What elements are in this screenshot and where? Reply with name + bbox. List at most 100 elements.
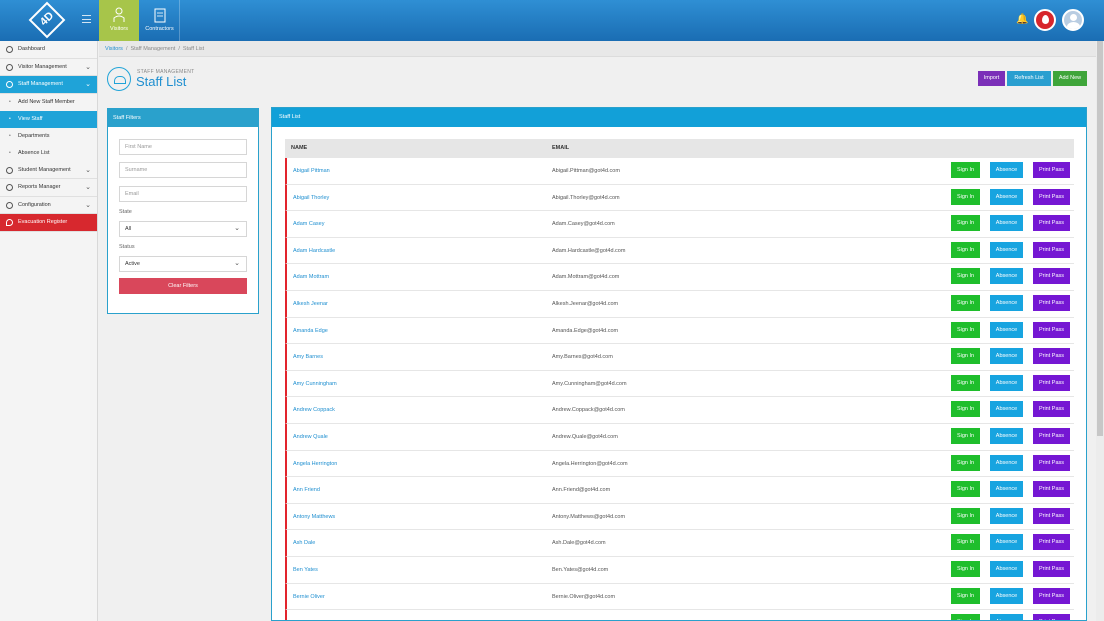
print-pass-button[interactable]: Print Pass: [1033, 454, 1070, 471]
staff-name-link[interactable]: Adam Mottram: [293, 274, 329, 280]
staff-name-link[interactable]: Angela Herrington: [293, 461, 337, 467]
tab-contractors[interactable]: Contractors: [140, 0, 180, 41]
staff-name-link[interactable]: Andrew Coppack: [293, 407, 335, 413]
absence-button[interactable]: Absence: [990, 268, 1023, 285]
sign-in-button[interactable]: Sign In: [951, 215, 980, 232]
breadcrumb-link-visitors[interactable]: Visitors: [105, 46, 123, 52]
column-header-email[interactable]: EMAIL: [552, 139, 569, 158]
page-scrollbar[interactable]: [1096, 41, 1104, 621]
staff-name-link[interactable]: Amanda Edge: [293, 328, 328, 334]
print-pass-button[interactable]: Print Pass: [1033, 560, 1070, 577]
print-pass-button[interactable]: Print Pass: [1033, 348, 1070, 365]
staff-name-link[interactable]: Amy Cunningham: [293, 381, 337, 387]
absence-button[interactable]: Absence: [990, 374, 1023, 391]
breadcrumb-item[interactable]: Staff Management: [130, 46, 175, 52]
scrollbar-thumb[interactable]: [1097, 41, 1103, 436]
sign-in-button[interactable]: Sign In: [951, 481, 980, 498]
avatar[interactable]: [1062, 9, 1084, 31]
clear-filters-button[interactable]: Clear Filters: [119, 278, 247, 294]
add-new-button[interactable]: Add New: [1053, 71, 1087, 86]
sign-in-button[interactable]: Sign In: [951, 162, 980, 178]
sign-in-button[interactable]: Sign In: [951, 348, 980, 365]
staff-name-link[interactable]: Ben Yates: [293, 567, 318, 573]
first-name-input[interactable]: First Name: [119, 139, 247, 155]
print-pass-button[interactable]: Print Pass: [1033, 268, 1070, 285]
sidebar-item-evacuation-register[interactable]: Evacuation Register: [0, 214, 97, 232]
menu-toggle-icon[interactable]: [82, 15, 91, 23]
tab-visitors[interactable]: Visitors: [99, 0, 139, 41]
sign-in-button[interactable]: Sign In: [951, 241, 980, 258]
print-pass-button[interactable]: Print Pass: [1033, 507, 1070, 524]
sign-in-button[interactable]: Sign In: [951, 587, 980, 604]
absence-button[interactable]: Absence: [990, 560, 1023, 577]
email-input[interactable]: Email: [119, 186, 247, 202]
absence-button[interactable]: Absence: [990, 401, 1023, 418]
absence-button[interactable]: Absence: [990, 534, 1023, 551]
sidebar-item-reports-manager[interactable]: Reports Manager ⌄: [0, 179, 97, 197]
staff-name-link[interactable]: Abigail Thorley: [293, 195, 329, 201]
absence-button[interactable]: Absence: [990, 294, 1023, 311]
staff-name-link[interactable]: Adam Casey: [293, 221, 325, 227]
print-pass-button[interactable]: Print Pass: [1033, 534, 1070, 551]
sidebar-item-configuration[interactable]: Configuration ⌄: [0, 197, 97, 214]
staff-name-link[interactable]: Alkesh Jeenar: [293, 301, 328, 307]
absence-button[interactable]: Absence: [990, 241, 1023, 258]
staff-name-link[interactable]: Ann Friend: [293, 487, 320, 493]
staff-name-link[interactable]: Andrew Quale: [293, 434, 328, 440]
absence-button[interactable]: Absence: [990, 215, 1023, 232]
sign-in-button[interactable]: Sign In: [951, 321, 980, 338]
absence-button[interactable]: Absence: [990, 507, 1023, 524]
print-pass-button[interactable]: Print Pass: [1033, 294, 1070, 311]
print-pass-button[interactable]: Print Pass: [1033, 401, 1070, 418]
print-pass-button[interactable]: Print Pass: [1033, 162, 1070, 178]
state-select[interactable]: All ⌄: [119, 221, 247, 237]
sidebar-subitem-absence-list[interactable]: Absence List: [0, 144, 97, 162]
sign-in-button[interactable]: Sign In: [951, 427, 980, 444]
surname-input[interactable]: Surname: [119, 162, 247, 178]
refresh-list-button[interactable]: Refresh List: [1007, 71, 1051, 86]
absence-button[interactable]: Absence: [990, 162, 1023, 178]
print-pass-button[interactable]: Print Pass: [1033, 481, 1070, 498]
staff-name-link[interactable]: Abigail Pittman: [293, 168, 330, 174]
absence-button[interactable]: Absence: [990, 321, 1023, 338]
print-pass-button[interactable]: Print Pass: [1033, 215, 1070, 232]
sign-in-button[interactable]: Sign In: [951, 507, 980, 524]
staff-name-link[interactable]: Adam Hardcastle: [293, 248, 335, 254]
fire-alert-icon[interactable]: [1034, 9, 1056, 31]
print-pass-button[interactable]: Print Pass: [1033, 614, 1070, 620]
sidebar-subitem-departments[interactable]: Departments: [0, 127, 97, 145]
absence-button[interactable]: Absence: [990, 348, 1023, 365]
absence-button[interactable]: Absence: [990, 614, 1023, 620]
sign-in-button[interactable]: Sign In: [951, 614, 980, 620]
sidebar-item-student-management[interactable]: Student Management ⌄: [0, 162, 97, 179]
import-button[interactable]: Import: [978, 71, 1005, 86]
print-pass-button[interactable]: Print Pass: [1033, 427, 1070, 444]
status-select[interactable]: Active ⌄: [119, 256, 247, 272]
sign-in-button[interactable]: Sign In: [951, 454, 980, 471]
sign-in-button[interactable]: Sign In: [951, 188, 980, 205]
sidebar-subitem-view-staff[interactable]: View Staff: [0, 110, 97, 128]
column-header-name[interactable]: NAME: [291, 139, 307, 158]
sign-in-button[interactable]: Sign In: [951, 374, 980, 391]
print-pass-button[interactable]: Print Pass: [1033, 374, 1070, 391]
sidebar-item-visitor-management[interactable]: Visitor Management ⌄: [0, 59, 97, 76]
print-pass-button[interactable]: Print Pass: [1033, 587, 1070, 604]
absence-button[interactable]: Absence: [990, 481, 1023, 498]
sidebar-subitem-add-new-staff[interactable]: Add New Staff Member: [0, 93, 97, 111]
print-pass-button[interactable]: Print Pass: [1033, 321, 1070, 338]
absence-button[interactable]: Absence: [990, 587, 1023, 604]
staff-name-link[interactable]: Bernie Oliver: [293, 594, 325, 600]
absence-button[interactable]: Absence: [990, 188, 1023, 205]
absence-button[interactable]: Absence: [990, 454, 1023, 471]
print-pass-button[interactable]: Print Pass: [1033, 241, 1070, 258]
bell-icon[interactable]: 🔔: [1016, 15, 1028, 25]
sidebar-item-staff-management[interactable]: Staff Management ⌄: [0, 76, 97, 94]
absence-button[interactable]: Absence: [990, 427, 1023, 444]
sign-in-button[interactable]: Sign In: [951, 401, 980, 418]
sign-in-button[interactable]: Sign In: [951, 560, 980, 577]
sign-in-button[interactable]: Sign In: [951, 534, 980, 551]
staff-name-link[interactable]: Antony Matthews: [293, 514, 335, 520]
staff-name-link[interactable]: Amy Barnes: [293, 354, 323, 360]
staff-name-link[interactable]: Ash Dale: [293, 540, 315, 546]
sign-in-button[interactable]: Sign In: [951, 268, 980, 285]
